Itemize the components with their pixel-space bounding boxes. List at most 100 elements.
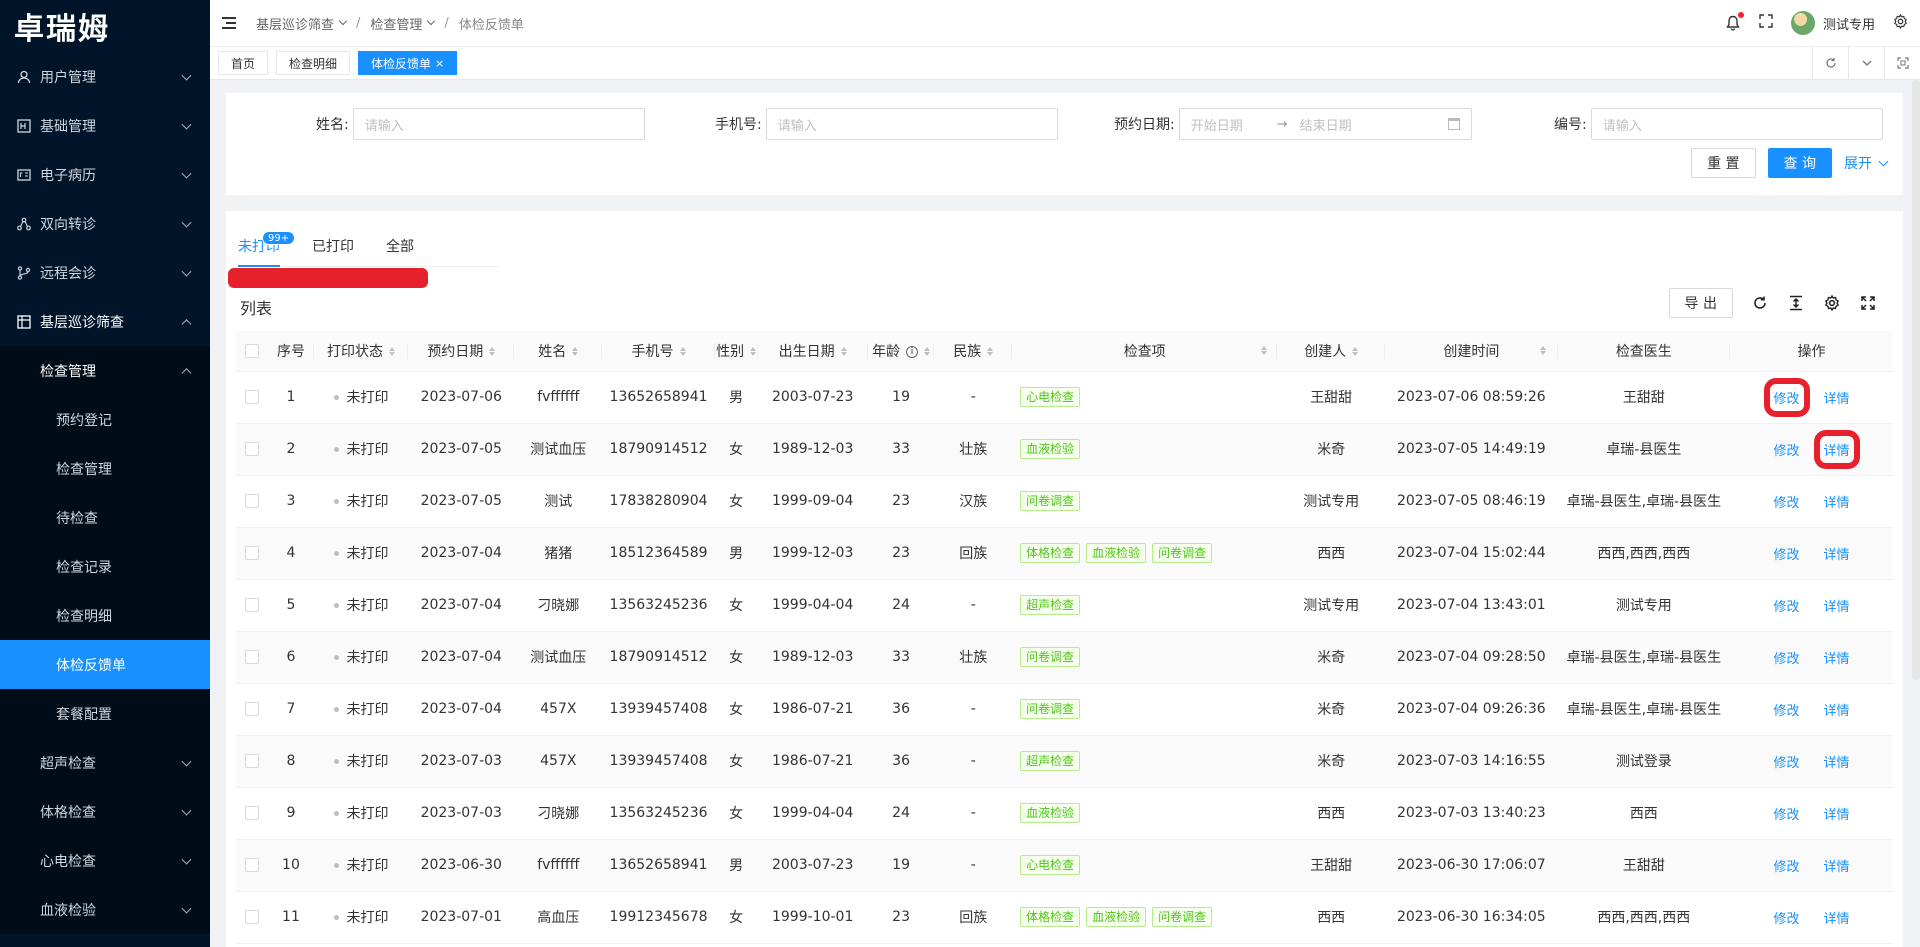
sort-icon[interactable] xyxy=(679,346,686,357)
sidebar-item-remote-consult[interactable]: 远程会诊 xyxy=(0,248,210,297)
edit-link[interactable]: 修改 xyxy=(1774,856,1800,875)
sidebar-item-package-config[interactable]: 套餐配置 xyxy=(0,689,210,738)
col-header[interactable]: 预约日期 xyxy=(408,331,515,372)
detail-link[interactable]: 详情 xyxy=(1824,648,1850,667)
sort-icon[interactable] xyxy=(1352,346,1359,357)
breadcrumb-item[interactable]: 检查管理 xyxy=(370,14,436,33)
sort-icon[interactable] xyxy=(1539,345,1546,356)
maximize-icon[interactable] xyxy=(1884,47,1920,79)
export-button[interactable]: 导 出 xyxy=(1668,288,1733,318)
sort-icon[interactable] xyxy=(572,346,579,357)
sidebar-item-feedback-form[interactable]: 体检反馈单 xyxy=(0,640,210,689)
tab-home[interactable]: 首页 xyxy=(218,51,269,75)
user-menu[interactable]: 测试专用 xyxy=(1790,11,1875,35)
sidebar-item-referral[interactable]: 双向转诊 xyxy=(0,199,210,248)
row-checkbox[interactable] xyxy=(236,839,269,892)
detail-link[interactable]: 详情 xyxy=(1824,804,1850,823)
edit-link[interactable]: 修改 xyxy=(1774,752,1800,771)
sort-icon[interactable] xyxy=(389,346,396,357)
detail-link[interactable]: 详情 xyxy=(1824,492,1850,511)
col-header[interactable]: 检查项 xyxy=(1012,331,1278,372)
col-header[interactable]: 年龄 i xyxy=(867,331,935,372)
tab-all[interactable]: 全部 xyxy=(386,227,414,267)
sort-icon[interactable] xyxy=(489,346,496,357)
sidebar-item-ecg[interactable]: 心电检查 xyxy=(0,836,210,885)
edit-link[interactable]: 修改 xyxy=(1774,492,1800,511)
reset-button[interactable]: 重 置 xyxy=(1691,148,1756,178)
close-icon[interactable]: × xyxy=(435,57,444,70)
tab-printed[interactable]: 已打印 xyxy=(312,227,354,267)
sidebar-item-exam-records[interactable]: 检查记录 xyxy=(0,542,210,591)
expand-toggle[interactable]: 展开 xyxy=(1844,153,1889,173)
row-checkbox[interactable] xyxy=(236,475,269,528)
sidebar-item-exam-details[interactable]: 检查明细 xyxy=(0,591,210,640)
row-checkbox[interactable] xyxy=(236,735,269,788)
detail-link[interactable]: 详情 xyxy=(1824,856,1850,875)
edit-link[interactable]: 修改 xyxy=(1774,804,1800,823)
row-height-icon[interactable] xyxy=(1787,294,1805,312)
sidebar-item-emr[interactable]: 电子病历 xyxy=(0,150,210,199)
menu-fold-icon[interactable] xyxy=(222,17,244,29)
col-header[interactable]: 打印状态 xyxy=(313,331,409,372)
detail-link[interactable]: 详情 xyxy=(1824,544,1850,563)
col-header[interactable]: 出生日期 xyxy=(757,331,868,372)
detail-link[interactable]: 详情 xyxy=(1824,700,1850,719)
sidebar-item-ultrasound[interactable]: 超声检查 xyxy=(0,738,210,787)
detail-link[interactable]: 详情 xyxy=(1824,908,1850,927)
tab-exam-details[interactable]: 检查明细 xyxy=(276,51,351,75)
sort-icon[interactable] xyxy=(1261,345,1268,356)
detail-link[interactable]: 详情 xyxy=(1824,596,1850,615)
col-header[interactable]: 性别 xyxy=(714,331,758,372)
sidebar-item-base-management[interactable]: 基础管理 xyxy=(0,101,210,150)
edit-link[interactable]: 修改 xyxy=(1763,377,1810,417)
gear-icon[interactable] xyxy=(1893,13,1908,33)
breadcrumb-item[interactable]: 基层巡诊筛查 xyxy=(256,14,348,33)
sort-icon[interactable] xyxy=(987,346,994,357)
row-checkbox[interactable] xyxy=(236,579,269,632)
edit-link[interactable]: 修改 xyxy=(1774,596,1800,615)
tab-unprinted[interactable]: 未打印 99+ xyxy=(238,227,296,267)
page-scrollbar[interactable] xyxy=(1912,80,1920,680)
code-input[interactable]: 请输入 xyxy=(1590,108,1883,140)
row-checkbox[interactable] xyxy=(236,683,269,736)
query-button[interactable]: 查 询 xyxy=(1767,148,1832,178)
row-checkbox[interactable] xyxy=(236,423,269,476)
tab-feedback-form[interactable]: 体检反馈单 × xyxy=(358,51,458,75)
sidebar-item-appointment[interactable]: 预约登记 xyxy=(0,395,210,444)
detail-link[interactable]: 详情 xyxy=(1813,429,1860,469)
fullscreen-icon[interactable] xyxy=(1759,14,1773,32)
col-header[interactable]: 民族 xyxy=(934,331,1013,372)
sidebar-item-grassroots-screening[interactable]: 基层巡诊筛查 xyxy=(0,297,210,346)
edit-link[interactable]: 修改 xyxy=(1774,544,1800,563)
reload-icon[interactable] xyxy=(1751,294,1769,312)
refresh-icon[interactable] xyxy=(1812,47,1848,79)
bell-icon[interactable] xyxy=(1725,12,1744,31)
sort-icon[interactable] xyxy=(840,346,847,357)
sidebar-item-pending-exam[interactable]: 待检查 xyxy=(0,493,210,542)
row-checkbox[interactable] xyxy=(236,631,269,684)
row-checkbox[interactable] xyxy=(236,527,269,580)
sort-icon[interactable] xyxy=(924,346,931,357)
col-header[interactable]: 姓名 xyxy=(514,331,603,372)
sidebar-item-physical[interactable]: 体格检查 xyxy=(0,787,210,836)
sidebar-item-user-management[interactable]: 用户管理 xyxy=(0,52,210,101)
chevron-down-icon[interactable] xyxy=(1848,47,1884,79)
sidebar-item-exam-manage[interactable]: 检查管理 xyxy=(0,444,210,493)
edit-link[interactable]: 修改 xyxy=(1774,908,1800,927)
sort-icon[interactable] xyxy=(750,346,757,357)
column-settings-icon[interactable] xyxy=(1823,294,1841,312)
col-header[interactable]: 创建时间 xyxy=(1385,331,1558,372)
col-header[interactable]: 创建人 xyxy=(1277,331,1386,372)
edit-link[interactable]: 修改 xyxy=(1774,648,1800,667)
detail-link[interactable]: 详情 xyxy=(1824,388,1850,407)
sidebar-item-blood[interactable]: 血液检验 xyxy=(0,885,210,934)
name-input[interactable]: 请输入 xyxy=(352,108,645,140)
select-all-checkbox[interactable] xyxy=(236,331,269,372)
edit-link[interactable]: 修改 xyxy=(1774,700,1800,719)
phone-input[interactable]: 请输入 xyxy=(765,108,1058,140)
detail-link[interactable]: 详情 xyxy=(1824,752,1850,771)
row-checkbox[interactable] xyxy=(236,371,269,424)
fullscreen-icon[interactable] xyxy=(1859,294,1877,312)
sidebar-item-exam-management[interactable]: 检查管理 xyxy=(0,346,210,395)
col-header[interactable]: 手机号 xyxy=(602,331,715,372)
